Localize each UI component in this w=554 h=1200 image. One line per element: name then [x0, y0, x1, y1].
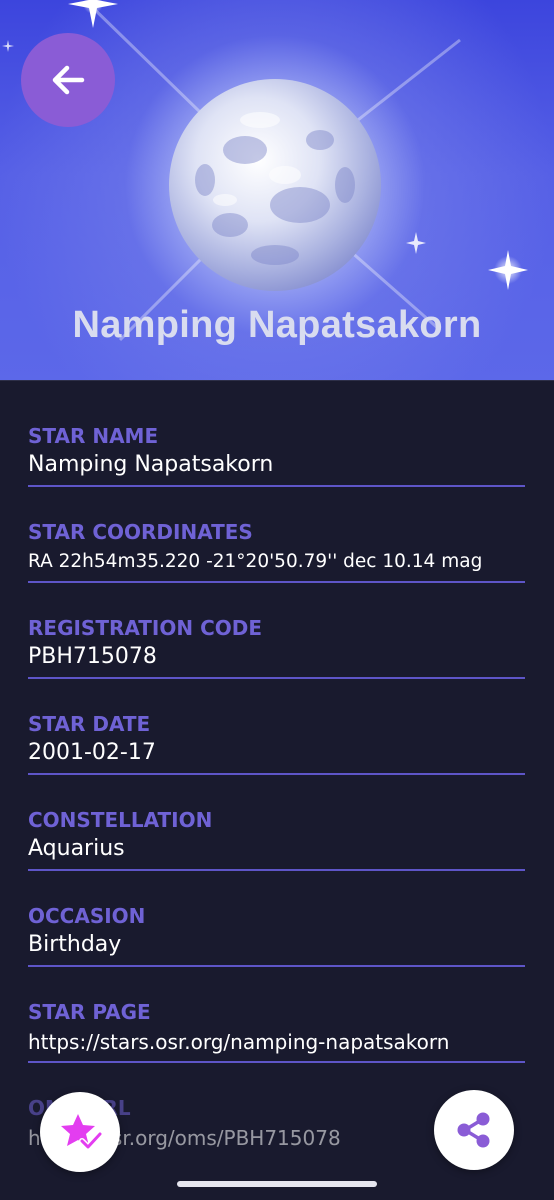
detail-row-star-name: STAR NAME Namping Napatsakorn	[28, 391, 525, 487]
back-button[interactable]	[21, 33, 115, 127]
home-indicator	[177, 1181, 377, 1187]
detail-value: Birthday	[28, 932, 122, 957]
detail-label: STAR NAME	[28, 424, 159, 448]
detail-label: STAR PAGE	[28, 1000, 151, 1024]
detail-label: REGISTRATION CODE	[28, 616, 263, 640]
detail-row-constellation: CONSTELLATION Aquarius	[28, 775, 525, 871]
star-check-icon	[61, 1114, 102, 1150]
detail-value: PBH715078	[28, 644, 157, 669]
detail-row-star-page: STAR PAGE https://stars.osr.org/namping-…	[28, 967, 525, 1063]
star-hero-header: Namping Napatsakorn	[0, 0, 554, 390]
detail-label: OCCASION	[28, 904, 146, 928]
star-details-screen: Namping Napatsakorn STAR NAME Namping Na…	[0, 0, 554, 1200]
detail-value: 2001-02-17	[28, 740, 156, 765]
star-page-link[interactable]: https://stars.osr.org/namping-napatsakor…	[28, 1030, 449, 1054]
detail-label: STAR COORDINATES	[28, 520, 253, 544]
detail-value: Aquarius	[28, 836, 125, 861]
detail-row-registration-code: REGISTRATION CODE PBH715078	[28, 583, 525, 679]
share-icon	[457, 1112, 490, 1148]
share-button[interactable]	[434, 1090, 514, 1170]
arrow-left-icon	[52, 65, 85, 95]
detail-value: RA 22h54m35.220 -21°20'50.79'' dec 10.14…	[28, 551, 483, 572]
detail-row-star-date: STAR DATE 2001-02-17	[28, 679, 525, 775]
favorite-button[interactable]	[40, 1092, 120, 1172]
detail-label: CONSTELLATION	[28, 808, 213, 832]
star-title: Namping Napatsakorn	[72, 304, 482, 346]
star-details-list: STAR NAME Namping Napatsakorn STAR COORD…	[0, 380, 554, 1200]
detail-value: Namping Napatsakorn	[28, 452, 274, 477]
detail-label: STAR DATE	[28, 712, 151, 736]
detail-row-occasion: OCCASION Birthday	[28, 871, 525, 967]
detail-row-star-coordinates: STAR COORDINATES RA 22h54m35.220 -21°20'…	[28, 487, 525, 583]
